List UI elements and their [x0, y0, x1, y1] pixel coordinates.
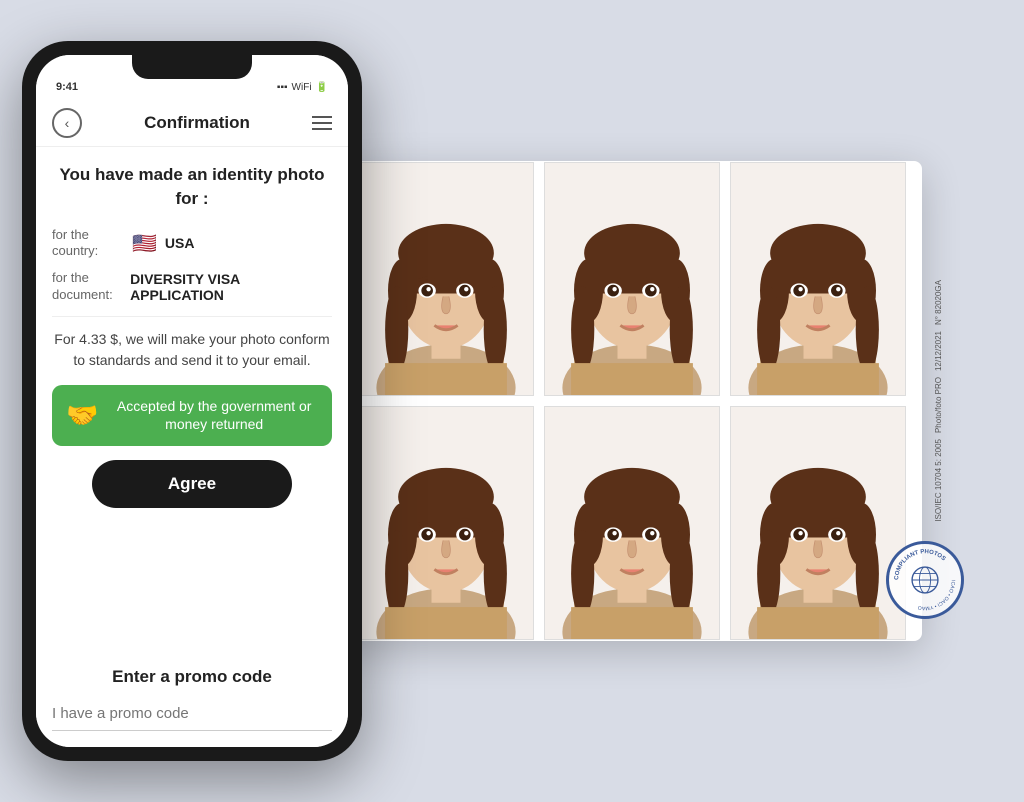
sidebar-iso: ISO/IEC 10704 5: 2005 — [934, 439, 944, 522]
guarantee-text: Accepted by the government or money retu… — [110, 397, 318, 433]
photo-cell-6 — [730, 406, 906, 640]
wifi-icon: WiFi — [292, 82, 312, 93]
photo-cell-1 — [358, 162, 534, 396]
photo-cell-3 — [730, 162, 906, 396]
handshake-icon: 🤝 — [66, 400, 98, 431]
phone-content: You have made an identity photo for : fo… — [36, 147, 348, 651]
menu-line-2 — [312, 122, 332, 124]
status-time: 9:41 — [56, 81, 78, 93]
status-icons: ▪▪▪ WiFi 🔋 — [277, 82, 328, 93]
compliance-stamp: COMPLIANT PHOTOS ICAO • OACI • YMAO — [886, 541, 966, 621]
phone-mockup: 9:41 ▪▪▪ WiFi 🔋 ‹ Confirmation — [22, 41, 362, 761]
photo-sheet: N° 82020GA 12/12/2021 Photo/foto PRO ISO… — [342, 161, 922, 641]
agree-button[interactable]: Agree — [92, 460, 292, 508]
battery-icon: 🔋 — [316, 82, 328, 93]
nav-bar: ‹ Confirmation — [36, 99, 348, 147]
sidebar-number: N° 82020GA — [934, 280, 944, 325]
menu-line-1 — [312, 116, 332, 118]
photo-cell-5 — [544, 406, 720, 640]
divider-1 — [52, 316, 332, 317]
document-value: DIVERSITY VISA APPLICATION — [130, 271, 332, 303]
country-label: for the country: — [52, 227, 132, 261]
promo-input[interactable] — [52, 697, 332, 731]
page-title: You have made an identity photo for : — [52, 163, 332, 211]
guarantee-banner: 🤝 Accepted by the government or money re… — [52, 385, 332, 445]
price-text: For 4.33 $, we will make your photo conf… — [52, 329, 332, 371]
sidebar-date: 12/12/2021 — [934, 331, 944, 371]
document-row: for the document: DIVERSITY VISA APPLICA… — [52, 270, 332, 304]
sidebar-brand: Photo/foto PRO — [934, 377, 944, 433]
menu-line-3 — [312, 128, 332, 130]
flag-icon: 🇺🇸 — [132, 231, 157, 256]
signal-icon: ▪▪▪ — [277, 82, 288, 93]
photo-cell-2 — [544, 162, 720, 396]
menu-button[interactable] — [312, 116, 332, 130]
nav-title: Confirmation — [144, 113, 250, 133]
photo-grid — [358, 162, 906, 640]
promo-section: Enter a promo code — [36, 651, 348, 747]
country-row: for the country: 🇺🇸 USA — [52, 227, 332, 261]
sheet-sidebar: N° 82020GA 12/12/2021 Photo/foto PRO ISO… — [922, 161, 956, 641]
document-label: for the document: — [52, 270, 130, 304]
phone-notch — [132, 55, 252, 79]
photo-cell-4 — [358, 406, 534, 640]
back-icon: ‹ — [65, 115, 70, 131]
country-name: USA — [165, 235, 195, 251]
back-button[interactable]: ‹ — [52, 108, 82, 138]
promo-title: Enter a promo code — [52, 667, 332, 687]
sidebar-info: N° 82020GA 12/12/2021 Photo/foto PRO ISO… — [934, 280, 944, 522]
country-value: 🇺🇸 USA — [132, 231, 194, 256]
